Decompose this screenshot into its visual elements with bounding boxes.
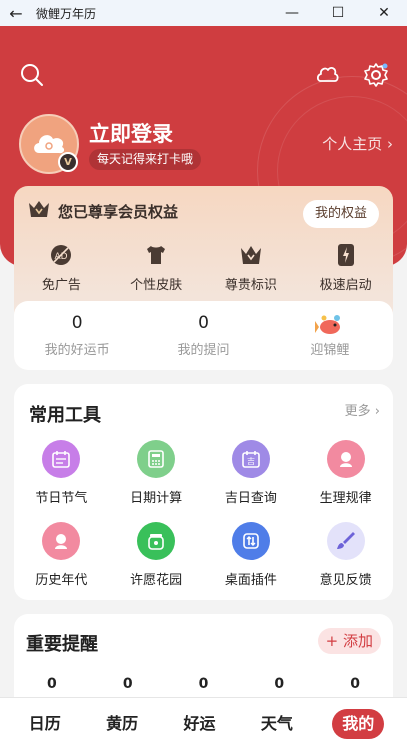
nav-mine[interactable]: 我的 [332,708,385,739]
nav-calendar[interactable]: 日历 [23,709,67,739]
login-title[interactable]: 立即登录 [89,118,173,148]
reminder-count[interactable]: 0 [108,676,148,692]
back-button[interactable]: ← [0,4,32,23]
tool-label: 许愿花园 [130,573,183,588]
tool-lucky-day[interactable]: 吉 吉日查询 [204,440,299,506]
reminder-title: 重要提醒 [26,634,98,655]
perk-badge[interactable]: 尊贵标识 [204,242,299,293]
no-ad-icon: AD [48,242,74,268]
vip-header: 您已尊享会员权益 [28,200,178,222]
search-button[interactable] [17,62,47,92]
perk-label: 尊贵标识 [224,278,277,293]
wish-jar-icon [137,522,176,560]
tool-label: 意见反馈 [319,573,372,588]
stat-value: 0 [71,313,83,333]
add-reminder-button[interactable]: + 添加 [317,628,381,654]
reminder-count[interactable]: 0 [259,676,299,692]
settings-button[interactable] [361,62,391,92]
koi-icon [314,313,345,335]
window-titlebar: ← 微鲤万年历 — ☐ ✕ [0,0,407,26]
tool-widget[interactable]: 桌面插件 [204,522,299,588]
calculator-icon [137,440,176,478]
vip-badge: V [58,152,78,172]
crown-icon [28,200,50,222]
perk-no-ads[interactable]: AD 免广告 [14,242,109,293]
skin-button[interactable] [313,62,343,92]
brush-icon [326,522,365,560]
perk-label: 极速启动 [319,278,372,293]
tool-label: 生理规律 [319,491,372,506]
login-subtitle: 每天记得来打卡哦 [89,149,202,170]
minimize-button[interactable]: — [269,5,315,21]
nav-weather[interactable]: 天气 [255,709,299,739]
personal-homepage-link[interactable]: 个人主页 › [322,133,393,154]
tool-wish-garden[interactable]: 许愿花园 [109,522,204,588]
tool-label: 吉日查询 [224,491,277,506]
crown-icon [238,242,264,268]
stat-label: 我的提问 [177,343,230,358]
perk-label: 个性皮肤 [130,278,183,293]
perk-fast-start[interactable]: 极速启动 [298,242,393,293]
maximize-button[interactable]: ☐ [315,5,361,21]
history-icon [42,522,81,560]
close-button[interactable]: ✕ [361,5,407,21]
fast-start-icon [333,242,359,268]
tool-history[interactable]: 历史年代 [14,522,109,588]
tool-festivals[interactable]: 节日节气 [14,440,109,506]
stat-questions[interactable]: 0 我的提问 [140,301,266,370]
common-tools-card: 常用工具 更多 › 节日节气 日期计算 吉 吉日查询 生理规律 历史年代 许愿花… [14,384,393,600]
tool-date-calc[interactable]: 日期计算 [109,440,204,506]
gear-icon [363,62,389,92]
reminder-count[interactable]: 0 [335,676,375,692]
cycle-icon [326,440,365,478]
tool-label: 节日节气 [35,491,88,506]
stat-label: 我的好运币 [44,343,110,358]
reminder-count[interactable]: 0 [183,676,223,692]
reminder-counts: 0 0 0 0 0 [14,676,393,692]
nav-fortune[interactable]: 好运 [177,709,221,739]
nav-almanac[interactable]: 黄历 [100,709,144,739]
tools-more-link[interactable]: 更多 › [345,400,380,419]
perk-skin[interactable]: 个性皮肤 [109,242,204,293]
tools-title: 常用工具 [29,405,101,426]
calendar-icon [42,440,81,478]
my-rights-button[interactable]: 我的权益 [302,200,379,228]
tool-label: 日期计算 [130,491,183,506]
tool-label: 历史年代 [35,573,88,588]
search-icon [19,62,45,92]
stat-label: 迎锦鲤 [310,343,350,358]
shirt-icon [143,242,169,268]
tool-grid: 节日节气 日期计算 吉 吉日查询 生理规律 历史年代 许愿花园 桌面插件 意见反… [14,440,393,588]
lucky-day-icon: 吉 [231,440,270,478]
vip-title: 您已尊享会员权益 [58,202,179,221]
perk-label: 免广告 [41,278,81,293]
window-title: 微鲤万年历 [36,6,97,21]
tool-label: 桌面插件 [224,573,277,588]
stats-card: 0 我的好运币 0 我的提问 迎锦鲤 [14,301,393,370]
bottom-nav: 日历 黄历 好运 天气 我的 [0,697,407,749]
tool-feedback[interactable]: 意见反馈 [298,522,393,588]
stat-value: 0 [198,313,209,333]
cloud-flower-icon [315,62,341,92]
reminder-count[interactable]: 0 [32,676,72,692]
stat-koi[interactable]: 迎锦鲤 [267,301,393,370]
svg-text:吉: 吉 [247,457,255,466]
widget-icon [231,522,270,560]
vip-perks: AD 免广告 个性皮肤 尊贵标识 极速启动 [14,242,393,293]
tool-cycle[interactable]: 生理规律 [298,440,393,506]
stat-lucky-coins[interactable]: 0 我的好运币 [14,301,140,370]
